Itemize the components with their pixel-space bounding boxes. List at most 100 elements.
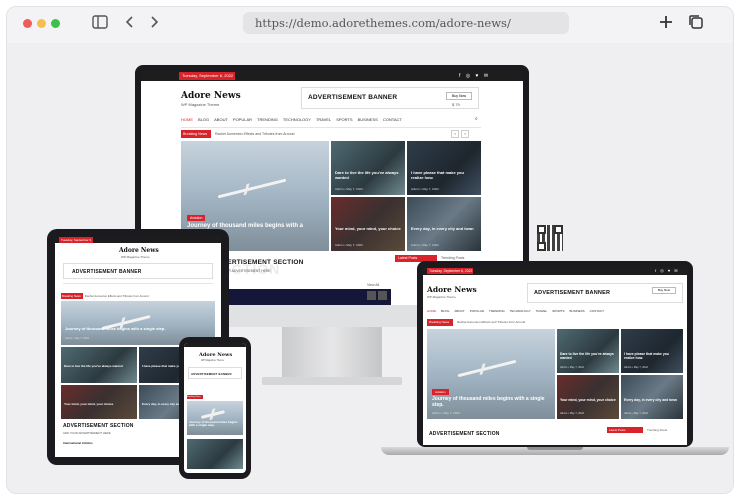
phone-site-title[interactable]: Adore News — [199, 352, 232, 358]
laptop-ad-banner[interactable]: ADVERTISEMENT BANNER Buy Now — [527, 283, 683, 303]
laptop-topbar: Tuesday, September 6, 2022 f ◎ ♥ ✉ — [423, 267, 687, 275]
tablet-site-tagline: WP Magazine Theme — [121, 255, 150, 259]
main-nav: HOME BLOG ABOUT POPULAR TRENDING TECHNOLOGY TR… — [181, 117, 481, 122]
laptop-breaking-text[interactable]: Rachel Aumenton Effects and Tributes fro… — [457, 320, 525, 324]
laptop-post-card[interactable]: Dare to live the life you've always want… — [557, 329, 619, 373]
tablet-featured-meta: Admin • May 7, 2022 — [65, 337, 89, 340]
slider-prev-button[interactable] — [367, 291, 376, 300]
laptop-nav-item[interactable]: TRENDING — [489, 309, 505, 313]
new-tab-icon[interactable] — [657, 14, 675, 32]
laptop-featured-title[interactable]: Journey of thousand miles begins with a … — [432, 396, 550, 409]
laptop-post-title[interactable]: Dare to live the life you've always want… — [560, 352, 616, 361]
post-card[interactable]: Every day, in every city and town Admin … — [407, 197, 481, 251]
topbar: Tuesday, September 6, 2022 f ◎ ♥ ✉ — [141, 71, 523, 81]
laptop-site-title[interactable]: Adore News — [427, 285, 477, 294]
laptop-post-meta: Admin • May 7, 2022 — [624, 366, 648, 369]
phone-topbar — [184, 343, 246, 347]
laptop-trending-posts-tab[interactable]: Trending Posts — [647, 428, 667, 432]
laptop-post-card[interactable]: Your mind, your mind, your choice Admin … — [557, 375, 619, 419]
post-card[interactable]: I have please that make you realize how.… — [407, 141, 481, 195]
tablet-post-title[interactable]: Your mind, your mind, your choice — [64, 402, 134, 406]
nav-item-trending[interactable]: TRENDING — [257, 117, 278, 122]
nav-item-sports[interactable]: SPORTS — [336, 117, 352, 122]
minimize-window-button[interactable] — [37, 19, 46, 28]
trending-posts-tab[interactable]: Trending Posts — [441, 256, 464, 260]
phone-post-card[interactable] — [187, 439, 243, 469]
search-icon[interactable]: ⌕ — [475, 116, 478, 122]
sidebar-icon[interactable] — [91, 15, 109, 33]
ticker-next-button[interactable]: › — [461, 130, 469, 138]
tablet-breaking-text[interactable]: Rachel Aumenton Effects and Tributes fro… — [85, 294, 149, 298]
ticker-prev-button[interactable]: ‹ — [451, 130, 459, 138]
laptop-post-card[interactable]: I have please that make you realize how.… — [621, 329, 683, 373]
tablet-site-title[interactable]: Adore News — [119, 247, 159, 254]
laptop-nav-item[interactable]: HOME — [427, 309, 436, 313]
tablet-ad-banner[interactable]: ADVERTISEMENT BANNER — [63, 263, 213, 279]
tablet-post-card[interactable]: Your mind, your mind, your choice — [61, 385, 137, 419]
ad-banner-title: ADVERTISEMENT BANNER — [308, 94, 398, 101]
forward-icon[interactable] — [145, 15, 163, 33]
nav-item-travel[interactable]: TRAVEL — [316, 117, 331, 122]
tablet-post-card[interactable]: Dare to live the life you've always want… — [61, 347, 137, 383]
ad-price: $ 79 — [452, 102, 460, 107]
post-card-title[interactable]: Dare to live the life you've always want… — [335, 170, 401, 180]
slider-next-button[interactable] — [378, 291, 387, 300]
laptop-post-title[interactable]: I have please that make you realize how. — [624, 352, 680, 361]
post-card-title[interactable]: Every day, in every city and town — [411, 226, 477, 232]
monitor-base — [262, 377, 402, 385]
laptop-nav-item[interactable]: TRAVEL — [536, 309, 547, 313]
laptop-post-title[interactable]: Every day, in every city and town — [624, 398, 680, 403]
nav-item-technology[interactable]: TECHNOLOGY — [283, 117, 311, 122]
laptop-nav-item[interactable]: POPULAR — [470, 309, 484, 313]
back-icon[interactable] — [121, 15, 139, 33]
buy-now-button[interactable]: Buy Now — [446, 92, 472, 100]
address-bar[interactable]: https://demo.adorethemes.com/adore-news/ — [243, 12, 569, 34]
date-badge: Tuesday, September 6, 2022 — [179, 72, 235, 80]
laptop-latest-posts-tab[interactable]: Latest Posts — [607, 427, 643, 433]
laptop-featured-post[interactable]: Aviation Journey of thousand miles begin… — [427, 329, 555, 419]
site-title[interactable]: Adore News — [181, 91, 241, 101]
laptop-nav-item[interactable]: TECHNOLOGY — [510, 309, 531, 313]
phone-ad-banner[interactable]: ADVERTISEMENT BANNER — [188, 367, 242, 379]
page: https://demo.adorethemes.com/adore-news/… — [0, 0, 740, 500]
tabs-overview-icon[interactable] — [687, 14, 705, 32]
nav-item-blog[interactable]: BLOG — [198, 117, 209, 122]
phone-featured-post[interactable]: Journey of thousand miles begins with a … — [187, 401, 243, 435]
laptop-social-icons[interactable]: f ◎ ♥ ✉ — [655, 268, 679, 273]
post-card-title[interactable]: I have please that make you realize how. — [411, 170, 477, 180]
video-strip[interactable] — [211, 289, 391, 305]
laptop-nav-item[interactable]: BLOG — [441, 309, 449, 313]
view-all-link[interactable]: View All — [367, 283, 379, 287]
laptop-nav-item[interactable]: ABOUT — [454, 309, 464, 313]
tablet-post-title[interactable]: Dare to live the life you've always want… — [64, 364, 134, 368]
laptop-date-badge: Tuesday, September 6, 2022 — [427, 268, 473, 274]
laptop-post-title[interactable]: Your mind, your mind, your choice — [560, 398, 616, 403]
laptop-nav-item[interactable]: CONTACT — [590, 309, 604, 313]
laptop-featured-tag[interactable]: Aviation — [432, 389, 449, 395]
phone-screen: Adore News WP Magazine Theme ADVERTISEME… — [184, 343, 246, 473]
laptop-nav-item[interactable]: SPORTS — [552, 309, 564, 313]
post-card[interactable]: Dare to live the life you've always want… — [331, 141, 405, 195]
nav-item-popular[interactable]: POPULAR — [233, 117, 252, 122]
tablet-ad-title: ADVERTISEMENT BANNER — [72, 269, 142, 275]
laptop-buy-now-button[interactable]: Buy Now — [652, 287, 676, 294]
laptop-post-meta: Admin • May 7, 2022 — [560, 412, 584, 415]
ad-banner[interactable]: ADVERTISEMENT BANNER Buy Now $ 79 — [301, 87, 479, 109]
zoom-window-button[interactable] — [51, 19, 60, 28]
nav-item-contact[interactable]: CONTACT — [383, 117, 402, 122]
laptop-nav-item[interactable]: BUSINESS — [569, 309, 584, 313]
post-card-title[interactable]: Your mind, your mind, your choice — [335, 226, 401, 232]
post-card[interactable]: Your mind, your mind, your choice Admin … — [331, 197, 405, 251]
phone-featured-title[interactable]: Journey of thousand miles begins with a … — [189, 420, 241, 428]
laptop-post-card[interactable]: Every day, in every city and town Admin … — [621, 375, 683, 419]
close-window-button[interactable] — [23, 19, 32, 28]
nav-item-business[interactable]: BUSINESS — [358, 117, 378, 122]
qr-code — [537, 225, 563, 251]
tablet-featured-title[interactable]: Journey of thousand miles begins with a … — [65, 326, 205, 332]
laptop-ad-section-title: ADVERTISEMENT SECTION — [429, 431, 500, 437]
nav-item-about[interactable]: ABOUT — [214, 117, 228, 122]
breaking-news-text[interactable]: Rachel Aumenton Effects and Tributes fro… — [215, 132, 295, 136]
nav-item-home[interactable]: HOME — [181, 117, 193, 122]
social-icons[interactable]: f ◎ ♥ ✉ — [459, 73, 490, 79]
featured-post-tag[interactable]: Aviation — [187, 215, 206, 221]
